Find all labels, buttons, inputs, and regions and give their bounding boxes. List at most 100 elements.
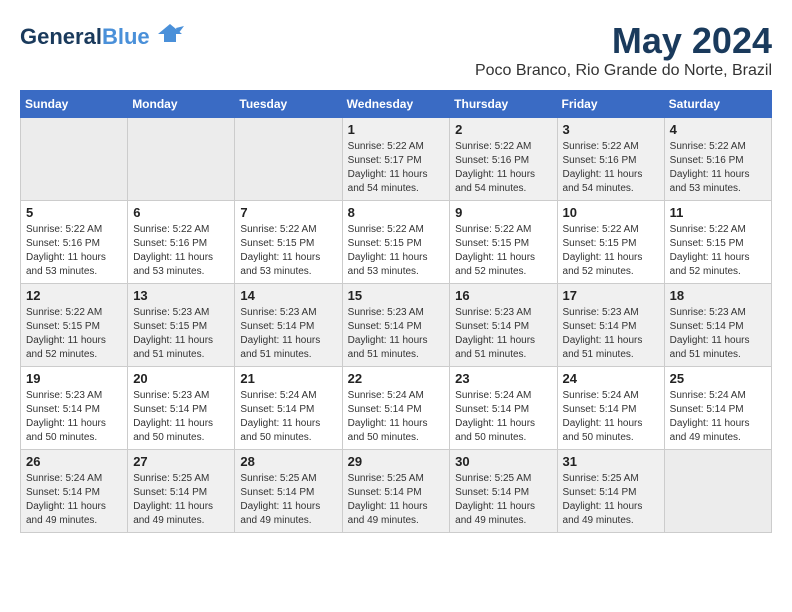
calendar-cell: [21, 118, 128, 201]
day-info: Sunrise: 5:23 AMSunset: 5:14 PMDaylight:…: [26, 389, 122, 445]
calendar-cell: 26 Sunrise: 5:24 AMSunset: 5:14 PMDayligh…: [21, 450, 128, 533]
day-info: Sunrise: 5:22 AMSunset: 5:16 PMDaylight:…: [26, 223, 122, 279]
day-info: Sunrise: 5:23 AMSunset: 5:14 PMDaylight:…: [133, 389, 229, 445]
day-number: 19: [26, 371, 122, 386]
calendar-cell: [128, 118, 235, 201]
day-number: 24: [563, 371, 659, 386]
day-info: Sunrise: 5:22 AMSunset: 5:16 PMDaylight:…: [133, 223, 229, 279]
calendar-cell: 11 Sunrise: 5:22 AMSunset: 5:15 PMDayligh…: [664, 201, 771, 284]
calendar-cell: 4 Sunrise: 5:22 AMSunset: 5:16 PMDaylight…: [664, 118, 771, 201]
day-info: Sunrise: 5:23 AMSunset: 5:14 PMDaylight:…: [563, 306, 659, 362]
calendar-cell: 7Sunrise: 5:22 AMSunset: 5:15 PMDaylight…: [235, 201, 342, 284]
calendar-cell: 9 Sunrise: 5:22 AMSunset: 5:15 PMDaylight…: [450, 201, 557, 284]
day-info: Sunrise: 5:22 AMSunset: 5:15 PMDaylight:…: [670, 223, 766, 279]
calendar-cell: 31Sunrise: 5:25 AMSunset: 5:14 PMDayligh…: [557, 450, 664, 533]
logo-text: GeneralBlue: [20, 24, 150, 50]
calendar-cell: 27 Sunrise: 5:25 AMSunset: 5:14 PMDayligh…: [128, 450, 235, 533]
day-info: Sunrise: 5:25 AMSunset: 5:14 PMDaylight:…: [133, 472, 229, 528]
day-number: 20: [133, 371, 229, 386]
day-info: Sunrise: 5:22 AMSunset: 5:15 PMDaylight:…: [26, 306, 122, 362]
calendar-cell: 18 Sunrise: 5:23 AMSunset: 5:14 PMDayligh…: [664, 284, 771, 367]
day-number: 21: [240, 371, 336, 386]
day-number: 18: [670, 288, 766, 303]
title-section: May 2024 Poco Branco, Rio Grande do Nort…: [475, 20, 772, 80]
calendar-cell: 5 Sunrise: 5:22 AMSunset: 5:16 PMDaylight…: [21, 201, 128, 284]
day-number: 22: [348, 371, 445, 386]
day-info: Sunrise: 5:24 AMSunset: 5:14 PMDaylight:…: [563, 389, 659, 445]
day-number: 23: [455, 371, 551, 386]
calendar-cell: 22 Sunrise: 5:24 AMSunset: 5:14 PMDayligh…: [342, 367, 450, 450]
calendar-cell: 10 Sunrise: 5:22 AMSunset: 5:15 PMDayligh…: [557, 201, 664, 284]
calendar-cell: 12 Sunrise: 5:22 AMSunset: 5:15 PMDayligh…: [21, 284, 128, 367]
day-number: 27: [133, 454, 229, 469]
day-number: 4: [670, 122, 766, 137]
calendar-cell: 23 Sunrise: 5:24 AMSunset: 5:14 PMDayligh…: [450, 367, 557, 450]
calendar: SundayMondayTuesdayWednesdayThursdayFrid…: [20, 90, 772, 533]
calendar-cell: 20 Sunrise: 5:23 AMSunset: 5:14 PMDayligh…: [128, 367, 235, 450]
calendar-cell: [235, 118, 342, 201]
calendar-cell: 24 Sunrise: 5:24 AMSunset: 5:14 PMDayligh…: [557, 367, 664, 450]
day-number: 14: [240, 288, 336, 303]
day-info: Sunrise: 5:24 AMSunset: 5:14 PMDaylight:…: [26, 472, 122, 528]
calendar-cell: 30Sunrise: 5:25 AMSunset: 5:14 PMDayligh…: [450, 450, 557, 533]
calendar-header-row: SundayMondayTuesdayWednesdayThursdayFrid…: [21, 91, 772, 118]
day-info: Sunrise: 5:25 AMSunset: 5:14 PMDaylight:…: [348, 472, 445, 528]
calendar-week-row: 5 Sunrise: 5:22 AMSunset: 5:16 PMDaylight…: [21, 201, 772, 284]
day-info: Sunrise: 5:23 AMSunset: 5:14 PMDaylight:…: [670, 306, 766, 362]
month-title: May 2024: [475, 20, 772, 62]
calendar-cell: 29Sunrise: 5:25 AMSunset: 5:14 PMDayligh…: [342, 450, 450, 533]
day-info: Sunrise: 5:23 AMSunset: 5:14 PMDaylight:…: [455, 306, 551, 362]
day-number: 28: [240, 454, 336, 469]
header: GeneralBlue May 2024 Poco Branco, Rio Gr…: [20, 20, 772, 80]
day-number: 26: [26, 454, 122, 469]
header-wednesday: Wednesday: [342, 91, 450, 118]
day-number: 3: [563, 122, 659, 137]
day-info: Sunrise: 5:25 AMSunset: 5:14 PMDaylight:…: [240, 472, 336, 528]
header-thursday: Thursday: [450, 91, 557, 118]
day-info: Sunrise: 5:24 AMSunset: 5:14 PMDaylight:…: [455, 389, 551, 445]
day-number: 2: [455, 122, 551, 137]
calendar-week-row: 1Sunrise: 5:22 AMSunset: 5:17 PMDaylight…: [21, 118, 772, 201]
day-number: 12: [26, 288, 122, 303]
header-monday: Monday: [128, 91, 235, 118]
calendar-cell: 16 Sunrise: 5:23 AMSunset: 5:14 PMDayligh…: [450, 284, 557, 367]
header-tuesday: Tuesday: [235, 91, 342, 118]
day-number: 10: [563, 205, 659, 220]
day-number: 16: [455, 288, 551, 303]
day-number: 17: [563, 288, 659, 303]
calendar-week-row: 19 Sunrise: 5:23 AMSunset: 5:14 PMDayligh…: [21, 367, 772, 450]
header-friday: Friday: [557, 91, 664, 118]
day-number: 5: [26, 205, 122, 220]
day-info: Sunrise: 5:24 AMSunset: 5:14 PMDaylight:…: [348, 389, 445, 445]
day-number: 15: [348, 288, 445, 303]
day-info: Sunrise: 5:22 AMSunset: 5:17 PMDaylight:…: [348, 140, 445, 196]
day-number: 11: [670, 205, 766, 220]
calendar-cell: 15Sunrise: 5:23 AMSunset: 5:14 PMDayligh…: [342, 284, 450, 367]
day-number: 8: [348, 205, 445, 220]
logo: GeneralBlue: [20, 20, 184, 53]
header-saturday: Saturday: [664, 91, 771, 118]
day-info: Sunrise: 5:23 AMSunset: 5:15 PMDaylight:…: [133, 306, 229, 362]
day-info: Sunrise: 5:25 AMSunset: 5:14 PMDaylight:…: [455, 472, 551, 528]
day-number: 9: [455, 205, 551, 220]
day-info: Sunrise: 5:25 AMSunset: 5:14 PMDaylight:…: [563, 472, 659, 528]
calendar-cell: 25Sunrise: 5:24 AMSunset: 5:14 PMDayligh…: [664, 367, 771, 450]
day-info: Sunrise: 5:22 AMSunset: 5:16 PMDaylight:…: [670, 140, 766, 196]
calendar-cell: 19 Sunrise: 5:23 AMSunset: 5:14 PMDayligh…: [21, 367, 128, 450]
day-info: Sunrise: 5:22 AMSunset: 5:16 PMDaylight:…: [455, 140, 551, 196]
day-number: 6: [133, 205, 229, 220]
day-number: 13: [133, 288, 229, 303]
day-info: Sunrise: 5:22 AMSunset: 5:15 PMDaylight:…: [348, 223, 445, 279]
day-info: Sunrise: 5:22 AMSunset: 5:16 PMDaylight:…: [563, 140, 659, 196]
logo-bird-icon: [156, 20, 184, 53]
day-info: Sunrise: 5:22 AMSunset: 5:15 PMDaylight:…: [563, 223, 659, 279]
calendar-cell: 14Sunrise: 5:23 AMSunset: 5:14 PMDayligh…: [235, 284, 342, 367]
calendar-cell: 2 Sunrise: 5:22 AMSunset: 5:16 PMDaylight…: [450, 118, 557, 201]
calendar-cell: 17 Sunrise: 5:23 AMSunset: 5:14 PMDayligh…: [557, 284, 664, 367]
day-info: Sunrise: 5:22 AMSunset: 5:15 PMDaylight:…: [455, 223, 551, 279]
calendar-cell: 21Sunrise: 5:24 AMSunset: 5:14 PMDayligh…: [235, 367, 342, 450]
day-number: 25: [670, 371, 766, 386]
location-title: Poco Branco, Rio Grande do Norte, Brazil: [475, 62, 772, 80]
header-sunday: Sunday: [21, 91, 128, 118]
calendar-cell: 1Sunrise: 5:22 AMSunset: 5:17 PMDaylight…: [342, 118, 450, 201]
